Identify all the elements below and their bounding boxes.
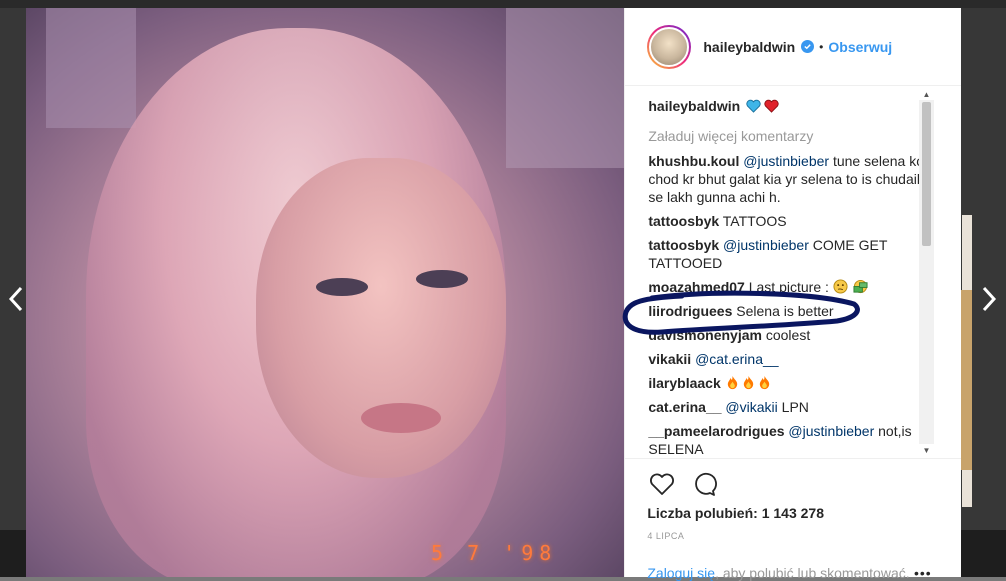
chevron-right-icon [982,286,997,312]
previous-post-button[interactable] [4,282,28,316]
next-post-button[interactable] [977,282,1001,316]
comment-item: tattoosbyk @justinbieber COME GET TATTOO… [648,236,938,272]
likes-value[interactable]: 1 143 278 [762,505,824,521]
background-page-strip [0,0,1006,8]
comment-username[interactable]: tattoosbyk [648,213,719,229]
comment-mention[interactable]: @vikakii [725,399,777,415]
fire-icon [743,375,753,390]
comment-item: __pameelarodrigues @justinbieber not,is … [648,422,938,458]
photo-background-window [46,8,136,128]
comment-username[interactable]: ilaryblaack [648,375,720,391]
comment-username[interactable]: liirodriguees [648,303,732,319]
photo-left-eye [316,278,368,296]
comment-username[interactable]: moazahmed07 [648,279,744,295]
scroll-up-arrow-icon[interactable]: ▲ [919,88,934,100]
comment-mention[interactable]: @justinbieber [788,423,874,439]
header-username[interactable]: haileybaldwin [703,39,795,55]
scroll-thumb[interactable] [922,102,931,246]
scroll-track[interactable] [919,100,934,444]
post-modal: 5 7 '98 haileybaldwin • Obserwuj haileyb… [26,8,962,581]
comment-button[interactable] [689,469,719,499]
comment-mention[interactable]: @justinbieber [743,153,829,169]
comment-username[interactable]: khushbu.koul [648,153,739,169]
profile-avatar[interactable] [647,24,692,69]
follow-button[interactable]: Obserwuj [828,39,892,55]
comment-username[interactable]: cat.erina__ [648,399,721,415]
photo-background-building [506,8,625,168]
verified-badge-icon [801,40,815,53]
photo-lips [361,403,441,433]
money-face-icon [853,279,868,294]
like-button[interactable] [647,469,677,499]
comment-item: moazahmed07 Last picture : [648,278,938,296]
comment-item: khushbu.koul @justinbieber tune selena k… [648,152,938,206]
chevron-left-icon [8,286,23,312]
post-sidebar: haileybaldwin • Obserwuj haileybaldwin Z… [624,8,962,581]
comment-username[interactable]: davismonenyjam [648,327,762,343]
comment-item: ilaryblaack [648,374,938,392]
red-heart-icon [764,99,779,113]
comment-item: davismonenyjam coolest [648,326,938,344]
comment-mention[interactable]: @cat.erina__ [695,351,778,367]
post-actions: Liczba polubień: 1 143 278 4 LIPCA [625,458,962,577]
post-header: haileybaldwin • Obserwuj [625,8,961,86]
comment-text: LPN [777,399,809,415]
scroll-down-arrow-icon[interactable]: ▼ [919,444,934,456]
background-next-post-image [960,290,972,470]
comment-text: coolest [765,327,811,343]
login-prompt-text: , aby polubić lub skomentować. [715,565,910,581]
fire-icon [759,375,769,390]
caption-username[interactable]: haileybaldwin [648,98,740,114]
comment-text: TATTOOS [722,213,787,229]
comment-bubble-icon [695,472,718,496]
comment-mention[interactable]: @justinbieber [723,237,809,253]
photo-datestamp: 5 7 '98 [431,541,558,565]
comment-username[interactable]: vikakii [648,351,691,367]
load-more-comments-button[interactable]: Załaduj więcej komentarzy [648,128,938,144]
comment-username[interactable]: tattoosbyk [648,237,719,253]
fire-icon [727,375,737,390]
comment-text: Selena is better [736,303,834,319]
login-prompt: Zaloguj się, aby polubić lub skomentować… [647,565,909,581]
avatar-image [649,26,690,67]
post-photo[interactable]: 5 7 '98 [26,8,625,577]
blue-heart-icon [746,99,761,113]
comment-username[interactable]: __pameelarodrigues [648,423,784,439]
comment-item: cat.erina__ @vikakii LPN [648,398,938,416]
comments-list[interactable]: haileybaldwin Załaduj więcej komentarzy … [625,86,961,458]
heart-outline-icon [650,473,675,495]
comment-item: vikakii @cat.erina__ [648,350,938,368]
likes-label[interactable]: Liczba polubień: [647,505,757,521]
post-date[interactable]: 4 LIPCA [647,531,961,541]
comment-text: Last picture : [748,279,833,295]
post-caption: haileybaldwin [648,98,938,114]
comments-scrollbar[interactable]: ▲ ▼ [919,88,934,456]
more-options-button[interactable]: ••• [914,565,932,581]
login-link[interactable]: Zaloguj się [647,565,715,581]
header-separator: • [819,39,824,54]
thinking-face-icon [833,279,848,294]
likes-count: Liczba polubień: 1 143 278 [647,505,961,521]
comment-item: tattoosbyk TATTOOS [648,212,938,230]
comment-item: liirodriguees Selena is better [648,302,938,320]
photo-right-eye [416,270,468,288]
